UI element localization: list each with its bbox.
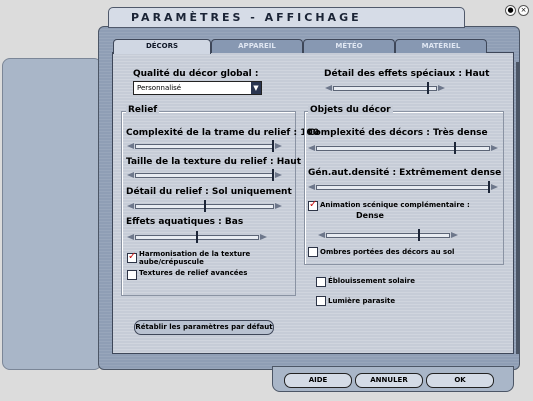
effects-detail-label: Détail des effets spéciaux : Haut <box>324 69 490 79</box>
scenery-complexity-label: Complexité des décors : Très dense <box>308 128 488 138</box>
window-controls: ● × <box>505 2 531 20</box>
background-panel <box>2 58 102 370</box>
minimize-icon[interactable]: ● <box>505 5 516 16</box>
slider-thumb[interactable] <box>488 181 490 193</box>
harmonize-checkbox[interactable] <box>127 251 137 263</box>
tab-aircraft[interactable]: APPAREIL <box>211 39 303 53</box>
decrease-arrow-icon[interactable] <box>308 145 315 151</box>
decrease-arrow-icon[interactable] <box>308 184 315 190</box>
decrease-arrow-icon[interactable] <box>325 85 332 91</box>
scenery-shadows-label: Ombres portées des décors au sol <box>320 248 455 256</box>
relief-detail-label: Détail du relief : Sol uniquement <box>126 187 292 197</box>
tab-hardware[interactable]: MATÉRIEL <box>395 39 487 53</box>
decrease-arrow-icon[interactable] <box>127 234 134 240</box>
tab-weather[interactable]: MÉTÉO <box>303 39 395 53</box>
slider-track <box>135 144 274 149</box>
relief-heading: Relief <box>126 105 160 115</box>
title-bar: PARAMÈTRES - AFFICHAGE <box>108 7 465 28</box>
decrease-arrow-icon[interactable] <box>127 143 134 149</box>
slider-thumb[interactable] <box>272 140 274 152</box>
animation-checkbox[interactable] <box>308 199 318 211</box>
global-quality-value: Personnalisé <box>137 84 182 92</box>
scenery-shadows-checkbox[interactable] <box>308 247 318 257</box>
reset-defaults-button[interactable]: Rétablir les paramètres par défaut <box>134 320 274 335</box>
tab-scenery[interactable]: DÉCORS <box>113 39 211 54</box>
animation-label: Animation scénique complémentaire : <box>320 201 470 209</box>
slider-track <box>316 146 490 151</box>
slider-track <box>135 173 274 178</box>
slider-thumb[interactable] <box>196 231 198 243</box>
increase-arrow-icon[interactable] <box>275 143 282 149</box>
ok-button[interactable]: OK <box>426 373 494 388</box>
animation-slider[interactable] <box>318 229 458 241</box>
slider-thumb[interactable] <box>427 82 429 94</box>
increase-arrow-icon[interactable] <box>491 184 498 190</box>
slider-track <box>316 185 490 190</box>
increase-arrow-icon[interactable] <box>451 232 458 238</box>
increase-arrow-icon[interactable] <box>275 203 282 209</box>
help-button[interactable]: AIDE <box>284 373 352 388</box>
texture-size-label: Taille de la texture du relief : Haut <box>126 157 302 167</box>
window-edge <box>516 62 520 354</box>
global-quality-label: Qualité du décor global : <box>133 69 259 79</box>
advanced-textures-checkbox[interactable] <box>127 270 137 280</box>
texture-size-slider[interactable] <box>127 169 282 181</box>
lens-flare-label: Éblouissement solaire <box>328 277 415 285</box>
autogen-density-slider[interactable] <box>308 181 498 193</box>
increase-arrow-icon[interactable] <box>260 234 267 240</box>
increase-arrow-icon[interactable] <box>491 145 498 151</box>
decrease-arrow-icon[interactable] <box>127 203 134 209</box>
slider-track <box>326 233 450 238</box>
mesh-complexity-slider[interactable] <box>127 140 282 152</box>
relief-detail-slider[interactable] <box>127 200 282 212</box>
scenery-complexity-slider[interactable] <box>308 142 498 154</box>
window-title: PARAMÈTRES - AFFICHAGE <box>131 11 362 24</box>
water-effects-slider[interactable] <box>127 231 267 243</box>
light-bloom-label: Lumière parasite <box>328 297 396 305</box>
slider-thumb[interactable] <box>418 229 420 241</box>
cancel-button[interactable]: ANNULER <box>355 373 423 388</box>
effects-detail-slider[interactable] <box>325 82 445 94</box>
scenery-objects-heading: Objets du décor <box>308 105 393 115</box>
lens-flare-checkbox[interactable] <box>316 277 326 287</box>
water-effects-label: Effets aquatiques : Bas <box>126 217 244 227</box>
slider-thumb[interactable] <box>204 200 206 212</box>
decrease-arrow-icon[interactable] <box>318 232 325 238</box>
slider-track <box>333 86 437 91</box>
autogen-density-label: Gén.aut.densité : Extrêmement dense <box>308 168 502 178</box>
harmonize-label: Harmonisation de la texture aube/crépusc… <box>139 250 251 266</box>
dropdown-arrow-icon[interactable]: ▼ <box>251 82 261 94</box>
mesh-complexity-label: Complexité de la trame du relief : 100 <box>126 128 319 138</box>
increase-arrow-icon[interactable] <box>275 172 282 178</box>
increase-arrow-icon[interactable] <box>438 85 445 91</box>
global-quality-combo[interactable]: Personnalisé ▼ <box>133 81 262 95</box>
slider-thumb[interactable] <box>454 142 456 154</box>
decrease-arrow-icon[interactable] <box>127 172 134 178</box>
close-icon[interactable]: × <box>518 5 529 16</box>
advanced-textures-label: Textures de relief avancées <box>139 269 248 277</box>
animation-value: Dense <box>356 211 384 220</box>
slider-thumb[interactable] <box>272 169 274 181</box>
light-bloom-checkbox[interactable] <box>316 296 326 306</box>
